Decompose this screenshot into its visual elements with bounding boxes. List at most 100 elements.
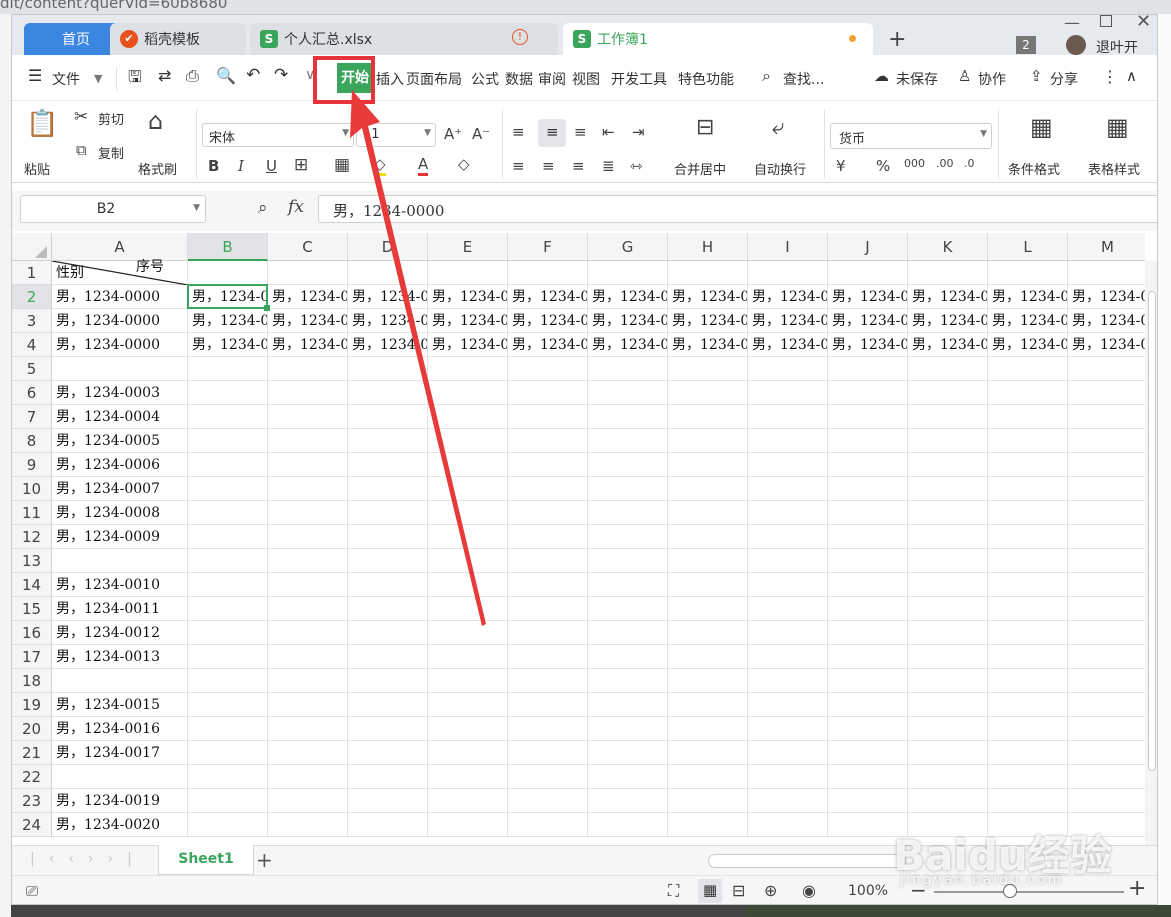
page-layout-icon[interactable]: ⊕: [764, 881, 777, 900]
menu-features[interactable]: 特色功能: [678, 69, 734, 89]
cell-a21[interactable]: 男，1234-0017: [52, 741, 188, 765]
export-icon[interactable]: ⇄: [158, 66, 171, 85]
cell-d2[interactable]: 男，1234-0000: [348, 285, 428, 309]
formula-input[interactable]: 男，1234-0000: [318, 195, 1157, 223]
cell-g2[interactable]: 男，1234-0000: [588, 285, 668, 309]
menu-developer[interactable]: 开发工具: [611, 69, 667, 89]
unsaved-status[interactable]: 未保存: [896, 69, 938, 89]
paste-button[interactable]: 粘贴: [24, 159, 50, 178]
wrap-text-icon[interactable]: ⤶: [772, 115, 784, 140]
hamburger-icon[interactable]: ☰: [28, 66, 42, 85]
copy-button[interactable]: 复制: [98, 143, 124, 162]
increase-decimal-icon[interactable]: .00: [936, 157, 954, 170]
row-header-8[interactable]: 8: [12, 429, 52, 453]
cell-k2[interactable]: 男，1234-0000: [908, 285, 988, 309]
scissors-icon[interactable]: ✂: [74, 107, 88, 127]
chevron-down-icon[interactable]: ▼: [94, 72, 102, 85]
cell-d4[interactable]: 男，1234-0000: [348, 333, 428, 357]
cell-c4[interactable]: 男，1234-0000: [268, 333, 348, 357]
clear-format-icon[interactable]: ◇: [458, 155, 470, 173]
row-header-1[interactable]: 1: [12, 261, 52, 285]
row-header-6[interactable]: 6: [12, 381, 52, 405]
row-header-2[interactable]: 2: [12, 285, 52, 309]
align-left-icon[interactable]: ≡: [512, 157, 525, 175]
cell-a2[interactable]: 男，1234-0000: [52, 285, 188, 309]
user-name[interactable]: 退叶开: [1096, 37, 1138, 57]
row-header-12[interactable]: 12: [12, 525, 52, 549]
cell-a1[interactable]: 性别 序号: [52, 259, 188, 285]
more-quick-icon[interactable]: ∨: [305, 67, 315, 83]
thousands-icon[interactable]: 000: [904, 157, 925, 170]
column-header-f[interactable]: F: [508, 233, 588, 261]
close-icon[interactable]: ✕: [1136, 15, 1151, 32]
window-count-badge[interactable]: 2: [1016, 36, 1036, 54]
new-tab-button[interactable]: +: [888, 27, 906, 52]
cut-button[interactable]: 剪切: [98, 109, 124, 128]
align-center-icon[interactable]: ≡: [542, 157, 555, 175]
fullscreen-icon[interactable]: ⛶: [668, 881, 679, 901]
save-icon[interactable]: 🖫: [128, 66, 142, 93]
normal-view-icon[interactable]: ▦: [698, 879, 722, 903]
cell-h4[interactable]: 男，1234-0000: [668, 333, 748, 357]
conditional-format-button[interactable]: 条件格式: [1008, 159, 1060, 178]
spreadsheet-grid[interactable]: ABCDEFGHIJKLM12男，1234-0000男，1234-0000男，1…: [12, 233, 1145, 845]
column-header-m[interactable]: M: [1068, 233, 1145, 261]
cell-l2[interactable]: 男，1234-0000: [988, 285, 1068, 309]
redo-icon[interactable]: ↷: [274, 65, 288, 85]
cell-a6[interactable]: 男，1234-0003: [52, 381, 188, 405]
row-header-19[interactable]: 19: [12, 693, 52, 717]
scrollbar-thumb[interactable]: [1148, 291, 1156, 771]
currency-icon[interactable]: ¥: [836, 157, 846, 175]
name-box[interactable]: B2 ▼: [20, 195, 206, 223]
select-all-corner[interactable]: [12, 233, 52, 261]
justify-icon[interactable]: ≣: [602, 157, 615, 175]
minimize-icon[interactable]: —: [1064, 15, 1080, 32]
distribute-icon[interactable]: ⇿: [630, 157, 643, 175]
cell-h2[interactable]: 男，1234-0000: [668, 285, 748, 309]
search-icon[interactable]: ⌕: [762, 66, 771, 86]
cell-c2[interactable]: 男，1234-0000: [268, 285, 348, 309]
share-button[interactable]: 分享: [1050, 69, 1078, 89]
tab-docer[interactable]: ✔ 稻壳模板: [110, 23, 246, 55]
cell-i3[interactable]: 男，1234-0000: [748, 309, 828, 333]
column-header-i[interactable]: I: [748, 233, 828, 261]
indent-increase-icon[interactable]: ⇥: [632, 123, 645, 141]
tab-workbook1[interactable]: S 工作簿1: [563, 23, 873, 55]
row-header-17[interactable]: 17: [12, 645, 52, 669]
cell-a10[interactable]: 男，1234-0007: [52, 477, 188, 501]
row-header-3[interactable]: 3: [12, 309, 52, 333]
paste-icon[interactable]: 📋: [26, 109, 58, 139]
column-header-a[interactable]: A: [52, 233, 188, 261]
cell-a4[interactable]: 男，1234-0000: [52, 333, 188, 357]
cell-i4[interactable]: 男，1234-0000: [748, 333, 828, 357]
font-name-select[interactable]: 宋体 ▼: [202, 123, 354, 147]
cell-l4[interactable]: 男，1234-0000: [988, 333, 1068, 357]
cell-j3[interactable]: 男，1234-0000: [828, 309, 908, 333]
row-header-7[interactable]: 7: [12, 405, 52, 429]
cell-a14[interactable]: 男，1234-0010: [52, 573, 188, 597]
cell-a19[interactable]: 男，1234-0015: [52, 693, 188, 717]
cell-e3[interactable]: 男，1234-0000: [428, 309, 508, 333]
cell-e4[interactable]: 男，1234-0000: [428, 333, 508, 357]
row-header-18[interactable]: 18: [12, 669, 52, 693]
cell-d3[interactable]: 男，1234-0000: [348, 309, 428, 333]
cell-g3[interactable]: 男，1234-0000: [588, 309, 668, 333]
cell-m2[interactable]: 男，1234-0000: [1068, 285, 1145, 309]
row-header-4[interactable]: 4: [12, 333, 52, 357]
align-bottom-icon[interactable]: ≡: [574, 123, 587, 141]
table-style-icon[interactable]: ▦: [1106, 113, 1129, 141]
format-painter-button[interactable]: 格式刷: [138, 159, 177, 178]
row-header-5[interactable]: 5: [12, 357, 52, 381]
cell-a11[interactable]: 男，1234-0008: [52, 501, 188, 525]
fill-color-icon[interactable]: ◇: [374, 155, 386, 176]
column-header-d[interactable]: D: [348, 233, 428, 261]
border-icon[interactable]: ⊞: [294, 155, 308, 175]
row-header-10[interactable]: 10: [12, 477, 52, 501]
print-preview-icon[interactable]: 🔍: [216, 66, 236, 85]
sheet-nav-arrows[interactable]: |‹‹››|: [30, 851, 146, 867]
zoom-formula-icon[interactable]: ⌕: [258, 198, 268, 218]
function-icon[interactable]: fx: [288, 197, 304, 217]
cell-a20[interactable]: 男，1234-0016: [52, 717, 188, 741]
tab-personal-summary[interactable]: S 个人汇总.xlsx!: [250, 23, 558, 55]
row-header-11[interactable]: 11: [12, 501, 52, 525]
